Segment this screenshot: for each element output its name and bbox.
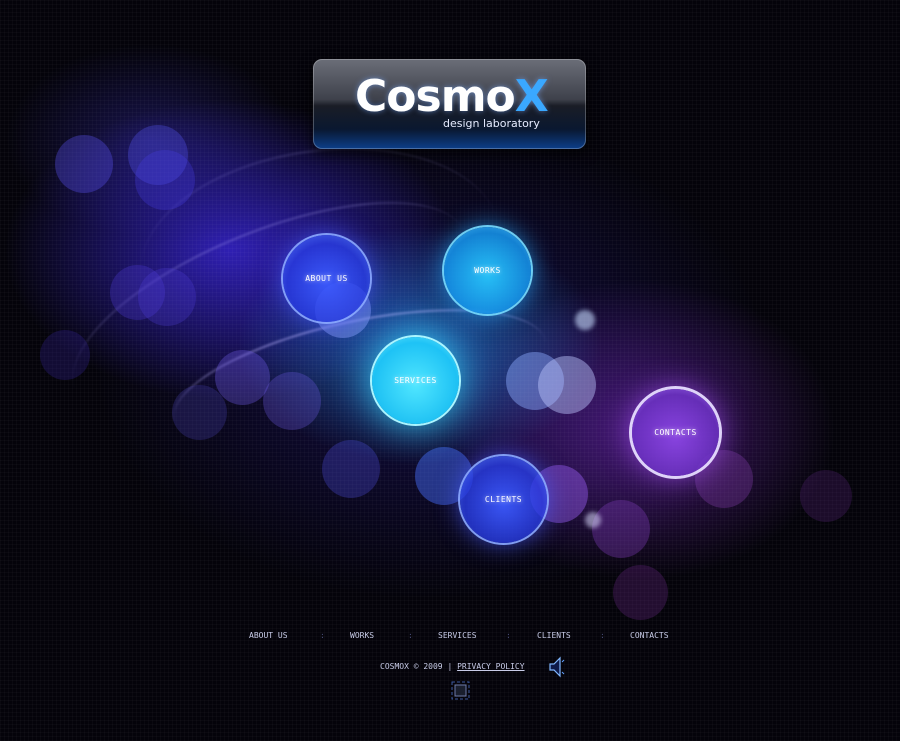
nav-link-works[interactable]: WORKS bbox=[350, 631, 374, 640]
nav-link-clients[interactable]: CLIENTS bbox=[537, 631, 571, 640]
speaker-icon[interactable] bbox=[548, 656, 566, 678]
footer-copyright-line: COSMOX © 2009 | PRIVACY POLICY bbox=[380, 662, 525, 674]
bokeh-circle bbox=[613, 565, 668, 620]
bubble-services-label: SERVICES bbox=[394, 376, 437, 385]
logo-tagline: design laboratory bbox=[443, 117, 540, 130]
bubble-contacts[interactable]: CONTACTS bbox=[632, 389, 719, 476]
bokeh-circle bbox=[538, 356, 596, 414]
bubble-services[interactable]: SERVICES bbox=[372, 337, 459, 424]
bokeh-circle bbox=[592, 500, 650, 558]
bubble-about-us[interactable]: ABOUT US bbox=[283, 235, 370, 322]
bokeh-circle bbox=[322, 440, 380, 498]
nav-separator: : bbox=[506, 631, 511, 640]
bokeh-circle bbox=[575, 310, 595, 330]
nav-link-about-us[interactable]: ABOUT US bbox=[249, 631, 288, 640]
stop-icon[interactable] bbox=[451, 681, 470, 700]
bokeh-circle bbox=[128, 125, 188, 185]
copyright-text: COSMOX © 2009 bbox=[380, 662, 443, 671]
nav-link-contacts[interactable]: CONTACTS bbox=[630, 631, 669, 640]
nav-separator: : bbox=[320, 631, 325, 640]
nav-separator: : bbox=[408, 631, 413, 640]
bokeh-circle bbox=[800, 470, 852, 522]
nav-separator: : bbox=[600, 631, 605, 640]
privacy-policy-link[interactable]: PRIVACY POLICY bbox=[457, 662, 524, 671]
bubble-clients-label: CLIENTS bbox=[484, 495, 523, 504]
bubble-contacts-label: CONTACTS bbox=[654, 428, 697, 437]
bubble-works[interactable]: WORKS bbox=[444, 227, 531, 314]
bubble-works-label: WORKS bbox=[474, 266, 501, 275]
footer-nav: ABOUT US : WORKS : SERVICES : CLIENTS : … bbox=[240, 631, 680, 643]
logo-title-accent: X bbox=[514, 71, 549, 122]
logo-title-main: Cosmo bbox=[355, 71, 516, 122]
bokeh-circle bbox=[585, 512, 601, 528]
page-stage: CosmoX design laboratory ABOUT US WORKS … bbox=[0, 0, 900, 741]
bubble-clients[interactable]: CLIENTS bbox=[460, 456, 547, 543]
bokeh-circle bbox=[55, 135, 113, 193]
logo-title: CosmoX bbox=[355, 71, 549, 123]
site-logo[interactable]: CosmoX design laboratory bbox=[313, 59, 586, 149]
bubble-about-us-label: ABOUT US bbox=[305, 274, 348, 283]
footer-divider: | bbox=[447, 662, 453, 671]
nav-link-services[interactable]: SERVICES bbox=[438, 631, 477, 640]
